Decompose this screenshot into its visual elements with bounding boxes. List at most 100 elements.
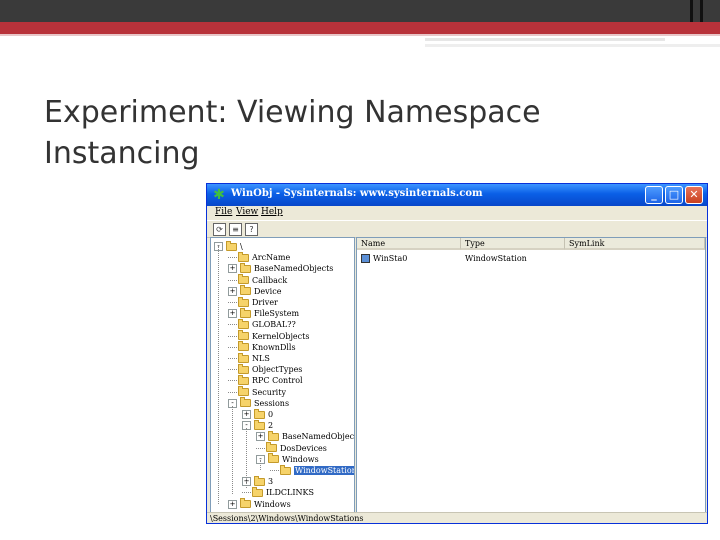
slide-title: Experiment: Viewing Namespace Instancing	[44, 95, 541, 171]
help-icon[interactable]: ?	[245, 223, 258, 236]
tree-item[interactable]: Security	[228, 386, 286, 398]
tree-connector	[228, 346, 237, 348]
tree-item[interactable]: + Windows	[228, 498, 291, 510]
column-header-symlink[interactable]: SymLink	[565, 238, 705, 250]
tree-item[interactable]: + BaseNamedObjects	[228, 262, 334, 274]
tree-item-label: Sessions	[254, 398, 290, 408]
properties-icon[interactable]: ≡	[229, 223, 242, 236]
tree-item[interactable]: KnownDlls	[228, 341, 296, 353]
tree-item-label: Driver	[252, 298, 278, 307]
tree-item[interactable]: + Device	[228, 285, 282, 297]
list-item-type: WindowStation	[465, 254, 527, 263]
winobj-window: ✱ WinObj - Sysinternals: www.sysinternal…	[206, 183, 708, 524]
tree-item[interactable]: KernelObjects	[228, 330, 309, 342]
tree-connector	[228, 302, 237, 303]
tree-item-label: RPC Control	[252, 376, 303, 386]
top-bar-notch	[700, 0, 703, 22]
tree-connector	[256, 447, 265, 449]
expand-icon[interactable]: +	[228, 264, 237, 274]
tree-item-label: NLS	[252, 354, 270, 363]
folder-icon	[238, 274, 249, 285]
tree-connector	[270, 470, 279, 471]
folder-icon	[238, 341, 249, 352]
tree-item[interactable]: NLS	[228, 352, 270, 364]
tree-item-label: 0	[268, 410, 274, 419]
expand-icon[interactable]: +	[242, 410, 251, 419]
slide-stripe	[0, 34, 720, 36]
tree-connector	[228, 380, 237, 382]
column-header-name[interactable]: Name	[357, 238, 461, 250]
tree-item-label: Callback	[252, 275, 288, 285]
tree-item[interactable]: + BaseNamedObjects	[256, 430, 354, 442]
tree-item[interactable]: + FileSystem	[228, 307, 300, 319]
slide-stripe	[425, 44, 720, 47]
tree-item[interactable]: ObjectTypes	[228, 363, 303, 375]
slide-top-bar	[0, 0, 720, 22]
folder-icon	[266, 442, 277, 453]
tree-item[interactable]: DosDevices	[256, 442, 327, 454]
maximize-button[interactable]: □	[665, 186, 683, 204]
folder-icon	[240, 498, 251, 509]
status-bar: \Sessions\2\Windows\WindowStations	[207, 512, 707, 523]
refresh-icon[interactable]: ⟳	[213, 223, 226, 236]
folder-icon	[268, 453, 279, 464]
tree-item[interactable]: Callback	[228, 274, 288, 286]
tree-guide-line	[260, 460, 261, 470]
tree-item[interactable]: GLOBAL??	[228, 318, 296, 330]
tree-connector	[228, 358, 237, 359]
tree-item-label: BaseNamedObjects	[254, 264, 334, 274]
toolbar: ⟳ ≡ ?	[207, 220, 707, 238]
object-list-pane[interactable]: Name Type SymLink WinSta0 WindowStation	[356, 237, 706, 513]
tree-item-label: DosDevices	[280, 443, 327, 453]
folder-icon	[268, 430, 279, 441]
tree-item[interactable]: RPC Control	[228, 374, 303, 386]
tree-item-label: ObjectTypes	[252, 365, 303, 375]
close-button[interactable]: ✕	[685, 186, 703, 204]
expand-icon[interactable]: +	[228, 286, 237, 296]
tree-item[interactable]: - Sessions	[228, 397, 290, 409]
expand-icon[interactable]: +	[228, 309, 237, 319]
tree-guide-line	[232, 406, 233, 494]
folder-icon	[240, 285, 251, 296]
tree-item-label: 2	[268, 421, 274, 431]
tree-item-label: ILDCLINKS	[266, 488, 314, 498]
folder-icon	[240, 397, 251, 408]
tree-guide-line	[246, 428, 247, 488]
tree-item-label: KnownDlls	[252, 342, 296, 352]
tree-item[interactable]: ArcName	[228, 251, 290, 263]
tree-connector	[242, 492, 251, 494]
expand-icon[interactable]: +	[256, 432, 265, 442]
tree-item-label: \	[240, 242, 243, 251]
tree-guide-line	[218, 246, 219, 504]
minimize-button[interactable]: _	[645, 186, 663, 204]
list-item[interactable]: WinSta0 WindowStation	[357, 254, 703, 265]
tree-item[interactable]: ILDCLINKS	[242, 486, 314, 498]
tree-item-label: Security	[252, 387, 286, 397]
column-header-type[interactable]: Type	[461, 238, 565, 250]
expand-icon[interactable]: +	[228, 499, 237, 509]
menu-file[interactable]: File	[215, 207, 232, 217]
folder-icon	[238, 318, 249, 329]
tree-item-label: Windows	[254, 499, 291, 509]
tree-connector	[228, 369, 237, 371]
tree-item[interactable]: WindowStations	[270, 464, 354, 476]
folder-icon	[238, 374, 249, 385]
tree-item[interactable]: - Windows	[256, 453, 319, 465]
tree-connector	[228, 279, 237, 281]
title-bar[interactable]: ✱ WinObj - Sysinternals: www.sysinternal…	[207, 184, 707, 206]
tree-connector	[228, 324, 237, 326]
menu-view[interactable]: View	[236, 207, 258, 217]
folder-icon	[238, 363, 249, 374]
tree-item-label: Windows	[282, 454, 319, 464]
tree-item-label: FileSystem	[254, 309, 300, 319]
tree-item-label: Device	[254, 286, 282, 296]
tree-pane[interactable]: - \ ArcName + BaseNamedObjects Callback + Devic…	[210, 237, 355, 513]
folder-icon	[240, 307, 251, 318]
folder-icon	[238, 330, 249, 341]
folder-icon	[280, 464, 291, 475]
tree-item-label: WindowStations	[294, 466, 354, 475]
tree-item[interactable]: Driver	[228, 296, 278, 308]
menu-help[interactable]: Help	[261, 207, 283, 217]
tree-item[interactable]: +0	[242, 408, 274, 420]
tree-item-label: GLOBAL??	[252, 320, 296, 330]
